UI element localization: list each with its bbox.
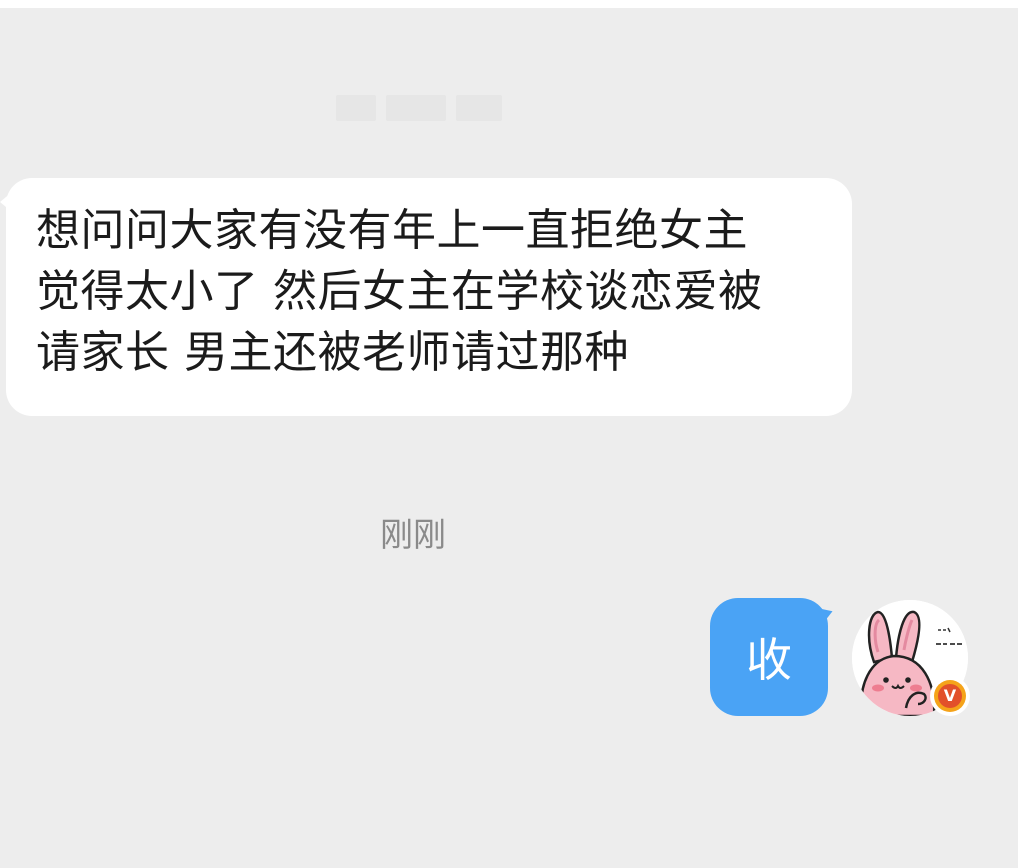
message-line: 想问问大家有没有年上一直拒绝女主 (36, 205, 748, 256)
message-timestamp: 刚刚 (380, 515, 446, 554)
outgoing-message-text: 收 (746, 633, 792, 687)
incoming-message-text: 想问问大家有没有年上一直拒绝女主 觉得太小了 然后女主在学校谈恋爱被 请家长 男… (36, 200, 822, 383)
chat-screen: 想问问大家有没有年上一直拒绝女主 觉得太小了 然后女主在学校谈恋爱被 请家长 男… (0, 0, 1018, 868)
incoming-message[interactable]: 想问问大家有没有年上一直拒绝女主 觉得太小了 然后女主在学校谈恋爱被 请家长 男… (0, 178, 852, 416)
outgoing-message-bubble[interactable]: 收 (710, 598, 828, 716)
blurred-block (336, 95, 376, 121)
blurred-header-placeholder (336, 88, 506, 128)
blurred-block (456, 95, 502, 121)
message-line: 觉得太小了 然后女主在学校谈恋爱被 (36, 266, 763, 317)
blurred-block (386, 95, 446, 121)
verified-badge-label: V (938, 684, 962, 708)
verified-badge-ring: V (934, 680, 966, 712)
message-line: 请家长 男主还被老师请过那种 (36, 327, 629, 378)
status-bar-strip (0, 0, 1018, 8)
incoming-message-bubble[interactable]: 想问问大家有没有年上一直拒绝女主 觉得太小了 然后女主在学校谈恋爱被 请家长 男… (6, 178, 852, 416)
verified-badge-icon: V (930, 676, 970, 716)
